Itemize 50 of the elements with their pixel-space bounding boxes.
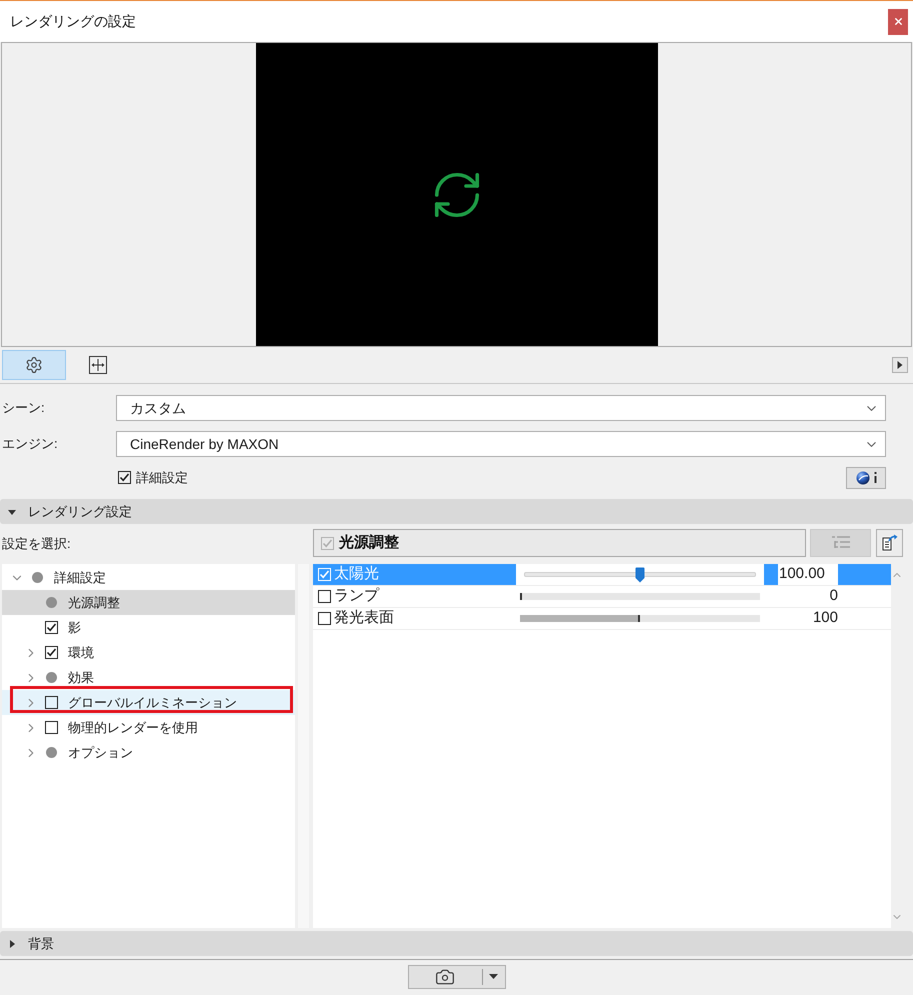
tree-item[interactable]: オプション <box>2 740 295 765</box>
panel-toggle-button[interactable] <box>892 357 908 373</box>
checkbox[interactable] <box>45 646 58 659</box>
detail-checkbox[interactable]: 詳細設定 <box>118 468 188 488</box>
checkbox[interactable] <box>45 621 58 634</box>
field-label: エンジン: <box>1 435 59 454</box>
section-header[interactable]: 背景 <box>0 931 913 956</box>
sphere-icon <box>856 470 870 484</box>
info-icon <box>874 472 876 483</box>
light-item[interactable]: 発光表面 <box>313 608 516 629</box>
tree-item[interactable]: 影 <box>2 615 295 640</box>
view-tab[interactable] <box>2 350 66 380</box>
document-arrow-icon <box>880 534 898 552</box>
engine-info-button[interactable] <box>846 466 886 488</box>
tree-item[interactable]: 物理的レンダーを使用 <box>2 715 295 740</box>
slider-track[interactable] <box>520 593 760 600</box>
close-button[interactable] <box>888 8 908 34</box>
tree-item[interactable]: 環境 <box>2 640 295 665</box>
frame-arrows-icon <box>89 356 107 374</box>
dropdown[interactable]: CineRender by MAXON <box>116 431 886 457</box>
list-tree-icon <box>830 536 850 550</box>
value-text: 0 <box>830 586 838 606</box>
dropdown[interactable]: カスタム <box>116 395 886 421</box>
tree-item[interactable]: 光源調整 <box>2 590 295 615</box>
category-title: 光源調整 <box>339 532 399 553</box>
slider-thumb[interactable] <box>635 566 645 582</box>
checkbox[interactable] <box>118 471 131 484</box>
slider[interactable] <box>524 566 756 582</box>
light-item[interactable]: ランプ <box>313 586 516 607</box>
value-text: 100 <box>812 608 838 628</box>
checkbox[interactable] <box>45 696 58 709</box>
tree-item[interactable]: 詳細設定 <box>2 565 295 590</box>
tree-item[interactable]: 効果 <box>2 665 295 690</box>
settings-icon <box>25 356 43 374</box>
triangle-down-icon <box>8 508 16 516</box>
field-label: シーン: <box>1 399 46 418</box>
triangle-right-icon <box>897 361 903 369</box>
window-title: レンダリングの設定 <box>10 12 136 31</box>
caret-down-icon <box>489 974 498 979</box>
tree-label: 設定を選択: <box>2 535 71 554</box>
close-icon <box>892 16 904 27</box>
section-header[interactable]: レンダリング設定 <box>0 499 913 524</box>
export-button[interactable] <box>876 529 903 557</box>
slider-track[interactable] <box>520 615 760 622</box>
value-field[interactable]: 100.00 <box>778 564 838 585</box>
triangle-right-icon <box>8 940 16 948</box>
capture-button[interactable] <box>408 964 506 988</box>
checkbox[interactable] <box>318 590 331 603</box>
checkbox[interactable] <box>318 612 331 625</box>
checkbox[interactable] <box>45 721 58 734</box>
